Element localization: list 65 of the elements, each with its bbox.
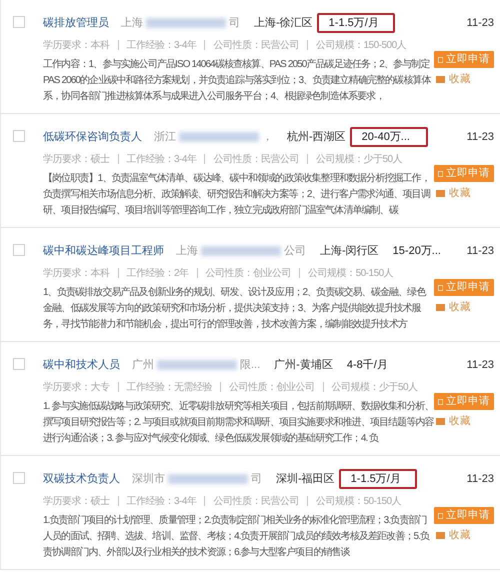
company-name-start: 上海 [121,16,143,31]
apply-button[interactable]: 立即申请 [434,51,494,68]
job-requirement: 公司性质：民营公司 [213,494,299,508]
company-name-start: 上海 [176,244,198,259]
job-title[interactable]: 碳中和技术人员 [43,356,120,374]
salary: 20-40万... [350,127,428,147]
job-requirement: 学历要求：本科 [43,266,110,280]
post-date: 11-23 [466,472,494,487]
job-requirement: 学历要求：大专 [43,380,110,394]
salary: 4-8千/月 [346,358,389,373]
job-requirement: 工作经验：无需经验 [126,380,212,394]
job-location: 上海-闵行区 [320,244,379,259]
job-location: 深圳-福田区 [276,472,335,487]
job-description: 【岗位职责】1、负责温室气体清单、碳达峰、碳中和领域的政策收集整理和数据分析挖掘工作，负责撰写相关市场信息分析、政策解读、研究报告和解决方案等；2、进行客户需求沟通、项目调研、项目报告编写、项目培训等管理咨询工作，独立完成政府部门温室气体清单编制、碳 [43,172,432,218]
company-name-start: 广州 [132,358,154,373]
salary: 1-1.5万/月 [316,13,395,33]
job-requirement: 公司规模：少于50人 [316,152,402,166]
job-title[interactable]: 碳中和碳达峰项目工程师 [43,242,164,260]
company-name-start: 浙江 [154,130,176,145]
job-location: 上海-徐汇区 [254,16,313,31]
job-description: 1、负责碳排放交易产品及创新业务的规划、研发、设计及应用；2、负责碳交易、碳金融、绿色金融、低碳发展等方向的政策研究和市场分析，提供决策支持；3、为客户提供能效提升技术服务，寻找节能潜力和节能机会，提出可行的管理改善，技术改善方案，编制能效提升技术方 [43,286,427,332]
salary: 15-20万... [392,244,442,259]
job-title[interactable]: 双碳技术负责人 [43,470,120,488]
post-date: 11-23 [466,358,494,373]
job-requirement: 公司规模：50-150人 [316,494,402,508]
favorite-link[interactable]: 收藏 [449,528,471,544]
job-title[interactable]: 低碳环保咨询负责人 [43,128,142,146]
company-name-end: 公司 [284,244,306,259]
apply-button[interactable]: 立即申请 [434,165,494,182]
company-name-end: 限... [240,358,260,373]
job-title[interactable]: 碳排放管理员 [43,14,109,32]
job-description: 1.负责部门项目的计划管理、质量管理；2.负责制定部门相关业务的标准化管理流程；3.负责部门人员的面试、招聘、选拔、培训、监督、考核；4.负责开展部门成员的绩效考核及差距改善；5.负责协调部门内、外部以及行业相关的技术资源；6.参与大型客户项目的销售谈 [43,514,431,560]
job-requirement: 公司规模：少于50人 [332,380,418,394]
company-name-end: 司 [229,16,240,31]
job-requirement: 工作经验：3-4年 [126,38,196,52]
job-description: 工作内容：1、参与实施公司产品ISO 14064碳核查核算、PAS 2050产品碳足迹任务；2、参与制定PAS 2060的企业碳中和路径方案规划，并负责追踪与落实到位；3、负责建立精确完整的碳核算体系，协同各部门推进核算体系与成果进入公司服务平台；4、根据绿色制造体系要求， [43,58,432,104]
job-requirement: 工作经验：3-4年 [126,152,196,166]
post-date: 11-23 [466,16,494,31]
apply-button[interactable]: 立即申请 [434,279,494,296]
favorite-link[interactable]: 收藏 [449,72,471,88]
job-requirement: 公司性质：创业公司 [229,380,314,394]
post-date: 11-23 [466,244,494,259]
job-requirement: 公司性质：创业公司 [206,266,292,280]
job-requirement: 工作经验：2年 [126,266,189,280]
job-requirement: 公司性质：民营公司 [213,38,299,52]
favorite-link[interactable]: 收藏 [449,414,471,430]
job-requirement: 学历要求：硕士 [43,152,110,166]
job-requirement: 公司性质：民营公司 [213,152,299,166]
job-requirement: 公司规模：50-150人 [308,266,394,280]
job-location: 杭州-西湖区 [287,130,346,145]
salary: 1-1.5万/月 [338,469,417,489]
favorite-link[interactable]: 收藏 [449,300,471,316]
job-location: 广州-黄埔区 [274,358,333,373]
company-name-end: ， [262,130,273,145]
post-date: 11-23 [466,130,494,145]
favorite-link[interactable]: 收藏 [449,186,471,202]
job-requirement: 工作经验：3-4年 [126,494,196,508]
apply-button[interactable]: 立即申请 [434,507,494,524]
company-name-start: 深圳市 [132,472,165,487]
job-requirement: 学历要求：硕士 [43,494,110,508]
job-requirement: 学历要求：本科 [43,38,110,52]
job-description: 1. 参与实施低碳战略与政策研究、近零碳排放研究等相关项目，包括前期调研、数据收集和分析、撰写项目研究报告等；2. 与项目或就项目前期需求和调研、项目实施要求和推进、项目结题等内容进行沟通洽谈；3. 参与应对气候变化领域、绿色低碳发展领域的基础研究工作；4. 负 [43,400,434,446]
company-name-end: 司 [251,472,262,487]
apply-button[interactable]: 立即申请 [434,393,494,410]
job-requirement: 公司规模：150-500人 [316,38,406,52]
